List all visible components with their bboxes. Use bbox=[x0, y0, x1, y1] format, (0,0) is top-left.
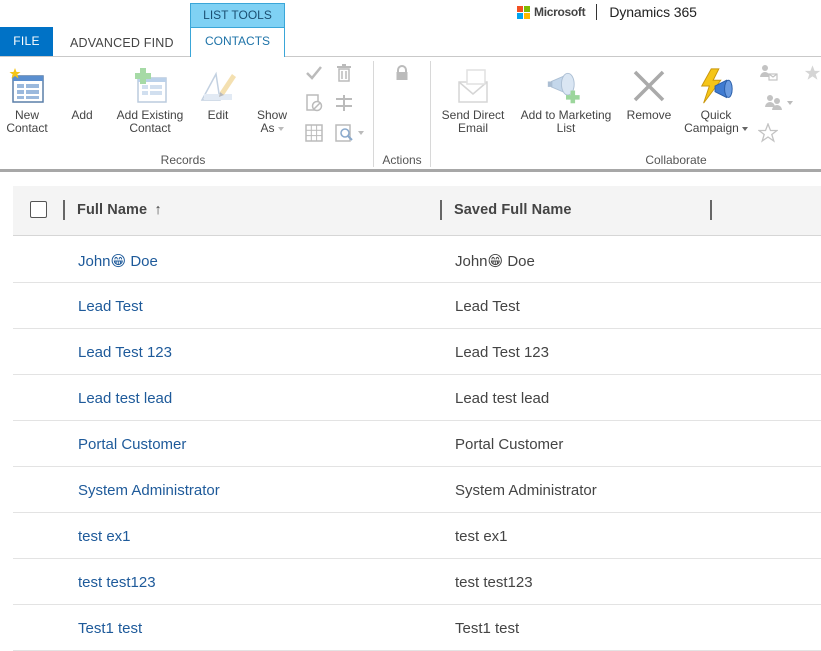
full-name-link[interactable]: test ex1 bbox=[78, 528, 131, 545]
sort-ascending-icon: ↑ bbox=[154, 202, 162, 218]
add-icon bbox=[62, 63, 102, 109]
ribbon-divider bbox=[373, 61, 374, 167]
full-name-link[interactable]: Lead test lead bbox=[78, 390, 172, 407]
quick-campaign-label: Quick Campaign bbox=[684, 109, 748, 135]
remove-x-icon bbox=[629, 63, 669, 109]
full-name-link[interactable]: John😁 Doe bbox=[78, 252, 158, 270]
full-name-link[interactable]: Lead Test 123 bbox=[78, 344, 172, 361]
favorite-star-icon[interactable] bbox=[804, 63, 821, 83]
email-icon bbox=[453, 63, 493, 109]
saved-full-name-cell: Lead test lead bbox=[455, 390, 550, 407]
show-as-label: Show As bbox=[257, 109, 287, 135]
table-row[interactable]: test test123 test test123 bbox=[13, 559, 821, 605]
chevron-down-icon bbox=[277, 126, 284, 131]
deactivate-icon[interactable] bbox=[304, 93, 324, 113]
grid-header: Full Name ↑ Saved Full Name bbox=[13, 186, 821, 236]
contacts-grid: Full Name ↑ Saved Full Name John😁 Doe Jo… bbox=[13, 186, 821, 651]
add-to-marketing-list-label: Add to Marketing List bbox=[520, 108, 612, 135]
show-as-icon bbox=[252, 63, 292, 109]
table-row[interactable]: Test1 test Test1 test bbox=[13, 605, 821, 651]
full-name-link[interactable]: Lead Test bbox=[78, 298, 143, 315]
quick-campaign-text: Quick Campaign bbox=[684, 108, 739, 135]
ribbon-divider bbox=[430, 61, 431, 167]
group-label-actions: Actions bbox=[382, 153, 422, 167]
remove-button[interactable]: Remove bbox=[624, 63, 674, 122]
saved-full-name-cell: Portal Customer bbox=[455, 436, 564, 453]
brand-divider bbox=[596, 4, 598, 20]
lock-icon[interactable] bbox=[392, 63, 412, 83]
add-button[interactable]: Add bbox=[62, 63, 102, 122]
saved-full-name-cell: Test1 test bbox=[455, 620, 520, 637]
new-contact-button[interactable]: New Contact bbox=[4, 63, 50, 135]
delete-icon[interactable] bbox=[334, 63, 354, 83]
column-header-saved-full-name-label: Saved Full Name bbox=[454, 202, 572, 218]
brand: Microsoft Dynamics 365 bbox=[517, 3, 697, 21]
full-name-link[interactable]: Test1 test bbox=[78, 620, 142, 637]
new-contact-icon bbox=[7, 63, 47, 109]
detect-duplicates-icon[interactable] bbox=[334, 123, 364, 143]
tab-file[interactable]: FILE bbox=[0, 27, 53, 56]
table-row[interactable]: test ex1 test ex1 bbox=[13, 513, 821, 559]
merge-icon[interactable] bbox=[334, 93, 354, 113]
tab-advanced-find[interactable]: ADVANCED FIND bbox=[62, 30, 182, 54]
table-row[interactable]: John😁 Doe John😁 Doe bbox=[13, 237, 821, 283]
column-divider[interactable] bbox=[440, 200, 442, 220]
microsoft-logo-icon bbox=[517, 5, 530, 19]
column-header-saved-full-name[interactable]: Saved Full Name bbox=[454, 202, 572, 218]
add-existing-contact-icon bbox=[130, 63, 170, 109]
add-label: Add bbox=[71, 108, 93, 122]
top-bar: FILE ADVANCED FIND LIST TOOLS CONTACTS M… bbox=[0, 0, 821, 57]
quick-campaign-button[interactable]: Quick Campaign bbox=[678, 63, 754, 135]
brand-microsoft: Microsoft bbox=[534, 5, 586, 19]
saved-full-name-cell: John😁 Doe bbox=[455, 253, 535, 270]
edit-icon bbox=[198, 63, 238, 109]
show-as-text: Show As bbox=[256, 108, 288, 135]
tab-contacts[interactable]: CONTACTS bbox=[190, 27, 285, 57]
column-header-full-name[interactable]: Full Name ↑ bbox=[77, 202, 162, 218]
add-to-marketing-list-button[interactable]: Add to Marketing List bbox=[512, 63, 620, 135]
grid-view-icon[interactable] bbox=[304, 123, 324, 143]
table-row[interactable]: Lead test lead Lead test lead bbox=[13, 375, 821, 421]
show-as-button[interactable]: Show As bbox=[251, 63, 293, 135]
remove-label: Remove bbox=[626, 108, 672, 122]
table-row[interactable]: Lead Test Lead Test bbox=[13, 283, 821, 329]
table-row[interactable]: Portal Customer Portal Customer bbox=[13, 421, 821, 467]
column-divider[interactable] bbox=[63, 200, 65, 220]
chevron-down-icon bbox=[786, 101, 793, 105]
group-label-collaborate: Collaborate bbox=[645, 153, 707, 167]
add-existing-contact-button[interactable]: Add Existing Contact bbox=[112, 63, 188, 135]
column-header-full-name-label: Full Name bbox=[77, 202, 148, 218]
full-name-link[interactable]: test test123 bbox=[78, 574, 156, 591]
add-existing-contact-label: Add Existing Contact bbox=[116, 108, 184, 135]
ribbon-bottom-border bbox=[0, 169, 821, 172]
group-label-records: Records bbox=[160, 153, 206, 167]
send-direct-email-button[interactable]: Send Direct Email bbox=[437, 63, 509, 135]
edit-label: Edit bbox=[207, 108, 229, 122]
full-name-link[interactable]: Portal Customer bbox=[78, 436, 186, 453]
chevron-down-icon bbox=[357, 131, 364, 135]
full-name-link[interactable]: System Administrator bbox=[78, 482, 220, 499]
quick-campaign-icon bbox=[696, 63, 736, 109]
saved-full-name-cell: test ex1 bbox=[455, 528, 508, 545]
send-direct-email-label: Send Direct Email bbox=[441, 108, 505, 135]
select-all-checkbox[interactable] bbox=[30, 201, 47, 218]
edit-button[interactable]: Edit bbox=[197, 63, 239, 122]
marketing-list-icon bbox=[546, 63, 586, 109]
share-icon[interactable] bbox=[758, 63, 778, 83]
column-divider[interactable] bbox=[710, 200, 712, 220]
assign-icon[interactable] bbox=[758, 93, 798, 113]
command-ribbon: New Contact Add Add Existing Contact Edi… bbox=[0, 56, 821, 170]
follow-star-icon[interactable] bbox=[758, 123, 778, 143]
chevron-down-icon bbox=[741, 126, 748, 131]
saved-full-name-cell: Lead Test bbox=[455, 298, 520, 315]
table-row[interactable]: Lead Test 123 Lead Test 123 bbox=[13, 329, 821, 375]
saved-full-name-cell: System Administrator bbox=[455, 482, 597, 499]
saved-full-name-cell: Lead Test 123 bbox=[455, 344, 549, 361]
tab-list-tools: LIST TOOLS bbox=[190, 3, 285, 27]
new-contact-label: New Contact bbox=[6, 108, 48, 135]
saved-full-name-cell: test test123 bbox=[455, 574, 533, 591]
table-row[interactable]: System Administrator System Administrato… bbox=[13, 467, 821, 513]
check-icon[interactable] bbox=[304, 63, 324, 83]
brand-product[interactable]: Dynamics 365 bbox=[609, 4, 697, 20]
